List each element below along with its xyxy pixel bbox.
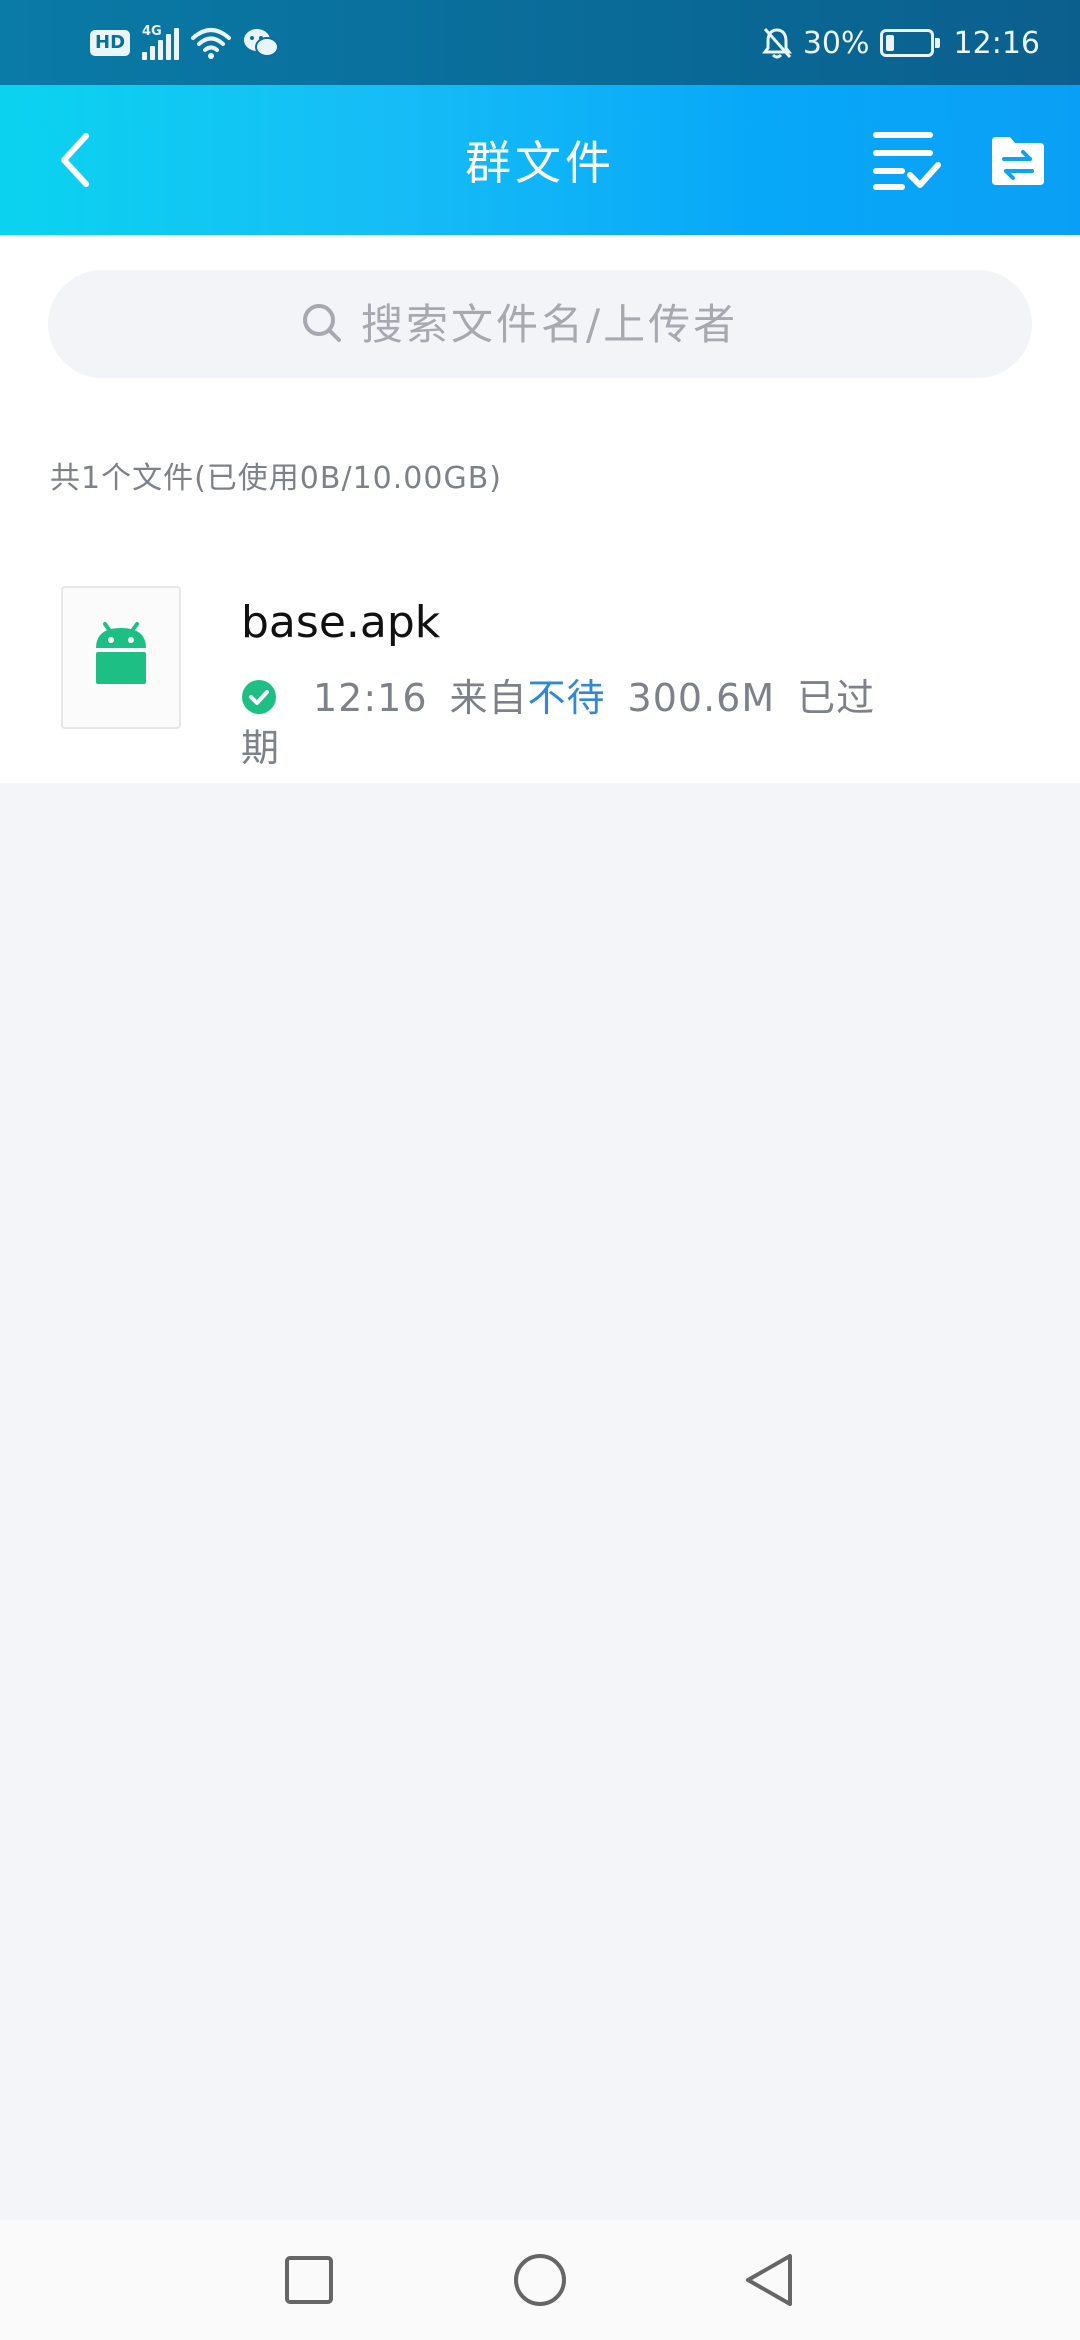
home-circle-icon	[514, 2254, 566, 2306]
signal-icon: 4G	[142, 24, 180, 60]
wechat-icon	[244, 29, 280, 57]
file-name: base.apk	[241, 597, 441, 648]
upload-time: 12:16	[313, 676, 428, 720]
list-item[interactable]: base.apk 12:16 来自不待 300.6M 已过期	[0, 555, 1080, 783]
check-circle-icon	[242, 680, 276, 714]
recents-button[interactable]	[271, 2242, 347, 2318]
battery-icon	[879, 29, 940, 57]
file-meta: 12:16 来自不待 300.6M 已过期	[241, 673, 901, 773]
search-icon	[303, 304, 341, 342]
status-bar: HD 4G 30% 12:16	[0, 0, 1080, 85]
file-count-summary: 共1个文件(已使用0B/10.00GB)	[50, 461, 502, 496]
folder-transfer-button[interactable]	[990, 135, 1046, 187]
status-time: 12:16	[953, 25, 1040, 61]
multi-select-button[interactable]	[872, 127, 944, 193]
android-icon	[96, 622, 146, 684]
hd-icon: HD	[90, 30, 131, 56]
uploader-link[interactable]: 不待	[528, 676, 606, 720]
battery-percent: 30%	[802, 25, 870, 61]
back-triangle-icon	[746, 2254, 792, 2306]
file-list-panel: 共1个文件(已使用0B/10.00GB) base.apk 12:16 来自不待 3…	[0, 235, 1080, 783]
search-input[interactable]	[359, 298, 779, 350]
status-bar-left: HD 4G	[90, 22, 280, 64]
folder-transfer-icon	[992, 137, 1044, 185]
system-back-button[interactable]	[731, 2242, 807, 2318]
file-thumbnail	[61, 586, 181, 729]
file-size: 300.6M	[627, 676, 776, 720]
recents-square-icon	[285, 2256, 333, 2304]
multi-select-icon	[873, 132, 941, 190]
status-bar-right: 30% 12:16	[761, 22, 1040, 64]
battery-level	[885, 35, 894, 51]
system-nav-bar	[0, 2220, 1080, 2340]
wifi-icon	[191, 28, 232, 59]
app-header: 群文件	[0, 85, 1080, 235]
search-bar[interactable]	[48, 270, 1032, 378]
network-type-label: 4G	[142, 24, 162, 39]
from-label: 来自	[449, 676, 528, 720]
home-button[interactable]	[502, 2242, 578, 2318]
mute-bell-icon	[761, 28, 792, 59]
